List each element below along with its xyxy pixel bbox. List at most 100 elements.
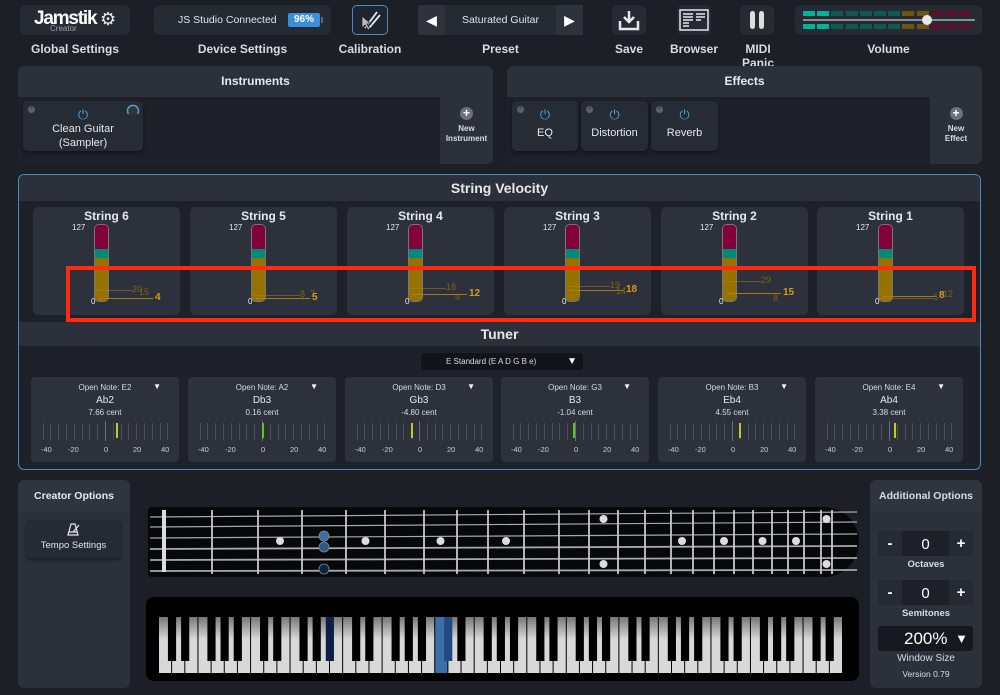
- fret-inlay-dot: [822, 515, 831, 523]
- piano-black-key[interactable]: [759, 617, 769, 661]
- semitones-value[interactable]: 0: [902, 580, 949, 607]
- piano-black-key[interactable]: [444, 617, 453, 661]
- effect-card-reverb[interactable]: × ⏻ Reverb: [651, 101, 718, 151]
- piano-black-key[interactable]: [773, 617, 782, 661]
- volume-control[interactable]: [795, 5, 982, 35]
- save-button[interactable]: [612, 5, 646, 35]
- global-settings-label: Global Settings: [30, 42, 119, 56]
- knob-icon[interactable]: [126, 104, 140, 118]
- volume-slider-knob[interactable]: [921, 14, 932, 25]
- pause-icon: [750, 11, 764, 29]
- power-icon[interactable]: ⏻: [23, 108, 143, 122]
- tuner-tick: [308, 423, 310, 440]
- piano-black-key[interactable]: [312, 617, 321, 661]
- piano-black-key[interactable]: [812, 617, 821, 661]
- new-instrument-button[interactable]: + New Instrument: [440, 97, 493, 164]
- tuner-tick: [403, 423, 405, 440]
- tuner-tick: [230, 423, 232, 440]
- piano-black-key[interactable]: [220, 617, 229, 661]
- open-note-dropdown-icon[interactable]: ▼: [780, 382, 788, 391]
- instruments-list: × ⏻ Clean Guitar (Sampler): [18, 97, 440, 164]
- piano-black-key[interactable]: [628, 617, 637, 661]
- effect-card-distortion[interactable]: × ⏻ Distortion: [581, 101, 648, 151]
- piano-black-key[interactable]: [575, 617, 584, 661]
- preset-next-button[interactable]: ▶: [556, 5, 583, 35]
- piano-black-key[interactable]: [733, 617, 742, 661]
- global-settings-button[interactable]: Jamstik Creator ⚙: [20, 5, 130, 35]
- piano-black-key[interactable]: [720, 617, 729, 661]
- piano-black-key[interactable]: [536, 617, 545, 661]
- piano-black-key[interactable]: [365, 617, 374, 661]
- tuning-dropdown[interactable]: E Standard (E A D G B e) ▼: [421, 353, 583, 370]
- piano-black-key[interactable]: [496, 617, 505, 661]
- string-velocity-title: String Velocity: [19, 175, 980, 201]
- piano-keys-graphic[interactable]: [146, 597, 859, 681]
- remove-icon[interactable]: ×: [656, 106, 663, 113]
- piano-black-key[interactable]: [483, 617, 492, 661]
- tuner-tick: [935, 423, 937, 440]
- piano-black-key[interactable]: [602, 617, 611, 661]
- tuner-tick: [685, 423, 687, 440]
- piano-black-key[interactable]: [786, 617, 795, 661]
- semitones-increment-button[interactable]: +: [949, 580, 973, 605]
- velocity-max-label: 127: [386, 223, 400, 232]
- piano-black-key[interactable]: [549, 617, 558, 661]
- piano-black-key[interactable]: [233, 617, 242, 661]
- open-note-dropdown-icon[interactable]: ▼: [153, 382, 161, 391]
- octaves-value[interactable]: 0: [902, 531, 949, 558]
- piano-black-key[interactable]: [825, 617, 834, 661]
- device-settings-button[interactable]: JS Studio Connected 96%: [154, 5, 331, 35]
- new-effect-button[interactable]: + New Effect: [930, 97, 982, 164]
- piano-black-key[interactable]: [667, 617, 676, 661]
- piano-black-key[interactable]: [641, 617, 650, 661]
- piano-black-key[interactable]: [352, 617, 361, 661]
- velocity-min-label: 0: [91, 297, 96, 306]
- semitones-decrement-button[interactable]: -: [878, 580, 902, 605]
- piano-black-key[interactable]: [509, 617, 519, 661]
- remove-icon[interactable]: ×: [586, 106, 593, 113]
- piano-black-key[interactable]: [404, 617, 413, 661]
- tempo-settings-button[interactable]: Tempo Settings: [26, 520, 121, 558]
- open-note-dropdown-icon[interactable]: ▼: [310, 382, 318, 391]
- tuner-tick: [677, 423, 679, 440]
- instrument-card[interactable]: × ⏻ Clean Guitar (Sampler): [23, 101, 143, 151]
- piano-black-key[interactable]: [207, 617, 216, 661]
- piano-black-key[interactable]: [694, 617, 703, 661]
- tuner-tick: [458, 423, 459, 440]
- fret-inlay-dot: [361, 537, 370, 545]
- piano-black-key[interactable]: [588, 617, 598, 661]
- fretboard-graphic[interactable]: [148, 507, 859, 577]
- tuner-tick: [269, 423, 271, 440]
- midi-panic-button[interactable]: [740, 5, 774, 35]
- open-note-dropdown-icon[interactable]: ▼: [937, 382, 945, 391]
- octaves-decrement-button[interactable]: -: [878, 531, 902, 556]
- browser-button[interactable]: [677, 5, 711, 35]
- remove-icon[interactable]: ×: [517, 106, 524, 113]
- tuner-tick: [215, 423, 217, 440]
- window-size-dropdown[interactable]: 200% ▼: [878, 626, 973, 651]
- octaves-increment-button[interactable]: +: [949, 531, 973, 556]
- remove-icon[interactable]: ×: [28, 106, 35, 113]
- effect-card-eq[interactable]: × ⏻ EQ: [512, 101, 578, 151]
- piano-black-key[interactable]: [680, 617, 690, 661]
- preset-name[interactable]: Saturated Guitar: [445, 14, 556, 26]
- tuner-tick: [356, 423, 358, 440]
- open-note-dropdown-icon[interactable]: ▼: [467, 382, 475, 391]
- fretboard[interactable]: [148, 507, 859, 577]
- piano-black-key[interactable]: [167, 617, 177, 661]
- piano-black-key[interactable]: [391, 617, 400, 661]
- piano-black-key[interactable]: [260, 617, 269, 661]
- piano-black-key[interactable]: [181, 617, 190, 661]
- piano-black-key[interactable]: [273, 617, 282, 661]
- piano-black-key[interactable]: [457, 617, 466, 661]
- open-note-dropdown-icon[interactable]: ▼: [623, 382, 631, 391]
- preset-prev-button[interactable]: ◀: [418, 5, 445, 35]
- calibration-button[interactable]: [352, 5, 388, 35]
- piano-black-key[interactable]: [417, 617, 427, 661]
- piano-black-key[interactable]: [299, 617, 308, 661]
- volume-slider-track[interactable]: [803, 18, 975, 21]
- guitar-string: [149, 533, 858, 539]
- volume-meter-segment: [959, 24, 972, 29]
- piano-keyboard[interactable]: [146, 597, 859, 681]
- piano-black-key[interactable]: [325, 617, 334, 661]
